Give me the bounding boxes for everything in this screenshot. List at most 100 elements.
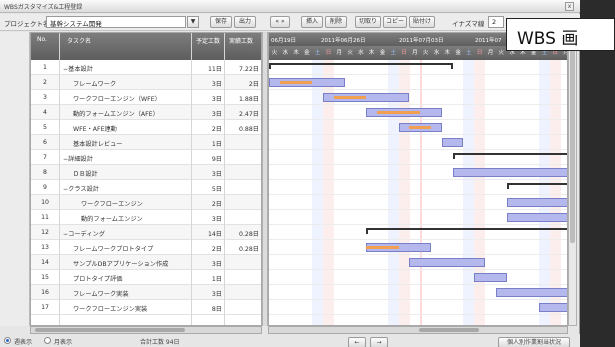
copy-button[interactable]: コピー [383, 16, 407, 28]
actual-effort[interactable]: 2.47日 [225, 109, 259, 118]
plan-effort[interactable]: 3日 [194, 169, 222, 178]
assignment-report-button[interactable]: 個人別作業割当状況 [498, 337, 570, 347]
scroll-thumb[interactable] [570, 49, 575, 243]
task-name[interactable]: WFE・AFE連動 [73, 124, 117, 133]
plan-effort[interactable]: 14日 [194, 229, 222, 238]
plan-effort[interactable]: 9日 [194, 154, 222, 163]
table-row[interactable]: 15 プロトタイプ評価 1日 [31, 270, 261, 285]
date-nav-button[interactable]: « » [270, 16, 290, 28]
month-view-radio[interactable] [44, 337, 51, 344]
table-row[interactable]: 10 ワークフローエンジン 2日 [31, 195, 261, 210]
prev-button[interactable]: ← [348, 337, 366, 347]
actual-effort[interactable]: 2日 [225, 79, 259, 88]
task-name[interactable]: プロトタイプ評価 [73, 274, 123, 283]
task-name[interactable]: 基本設計レビュー [73, 139, 123, 148]
actual-bar[interactable] [279, 81, 313, 84]
task-name[interactable]: ワークフローエンジン実装 [73, 304, 147, 313]
plan-effort[interactable]: 3日 [194, 109, 222, 118]
delete-button[interactable]: 削除 [325, 16, 347, 28]
summary-bar[interactable] [452, 153, 567, 155]
task-name[interactable]: 動的フォームエンジン（AFE） [73, 109, 159, 118]
paste-button[interactable]: 貼付け [409, 16, 435, 28]
task-name[interactable]: ワークフローエンジン [81, 199, 143, 208]
table-row[interactable]: 8 ＤＢ設計 3日 [31, 165, 261, 180]
task-name[interactable]: −クラス設計 [63, 184, 99, 193]
table-row[interactable]: 16 フレームワーク実装 3日 [31, 285, 261, 300]
plan-effort[interactable]: 1日 [194, 139, 222, 148]
table-row[interactable]: 1 −基本設計 11日 7.22日 [31, 60, 261, 75]
plan-effort[interactable]: 2日 [194, 199, 222, 208]
task-grid: No. タスク名 予定工数 実績工数 1 −基本設計 11日 7.22日 2 フレームワー… [30, 32, 262, 326]
chevron-down-icon[interactable]: ▼ [187, 16, 199, 28]
scroll-thumb[interactable] [419, 328, 479, 332]
output-button[interactable]: 出力 [234, 16, 256, 28]
plan-bar[interactable] [506, 198, 567, 207]
plan-effort[interactable]: 5日 [194, 184, 222, 193]
actual-effort[interactable]: 1.88日 [225, 94, 259, 103]
table-row[interactable]: 17 ワークフローエンジン実装 8日 [31, 300, 261, 315]
table-row[interactable]: 7 −詳細設計 9日 [31, 150, 261, 165]
summary-bar[interactable] [366, 228, 567, 230]
gantt-hscrollbar[interactable] [268, 326, 568, 334]
table-row[interactable]: 5 WFE・AFE連動 2日 0.88日 [31, 120, 261, 135]
actual-effort[interactable]: 0.28日 [225, 244, 259, 253]
actual-bar[interactable] [377, 111, 421, 114]
plan-effort[interactable]: 3日 [194, 289, 222, 298]
plan-effort[interactable]: 3日 [194, 259, 222, 268]
task-name[interactable]: −コーディング [63, 229, 105, 238]
plan-effort[interactable]: 11日 [194, 64, 222, 73]
task-name[interactable]: フレームワーク [73, 79, 116, 88]
actual-effort[interactable]: 0.88日 [225, 124, 259, 133]
task-name[interactable]: 動的フォームエンジン [81, 214, 143, 223]
plan-effort[interactable]: 2日 [194, 244, 222, 253]
actual-effort[interactable]: 0.28日 [225, 229, 259, 238]
table-row[interactable]: 12 −コーディング 14日 0.28日 [31, 225, 261, 240]
plan-bar[interactable] [441, 138, 464, 147]
plan-bar[interactable] [539, 303, 567, 312]
plan-effort[interactable]: 3日 [194, 214, 222, 223]
task-name[interactable]: フレームワーク実装 [73, 289, 129, 298]
table-row[interactable]: 6 基本設計レビュー 1日 [31, 135, 261, 150]
task-name[interactable]: サンプルDBアプリケーション作成 [73, 259, 168, 268]
save-button[interactable]: 保存 [210, 16, 232, 28]
plan-effort[interactable]: 3日 [194, 94, 222, 103]
actual-bar[interactable] [409, 126, 431, 129]
plan-effort[interactable]: 3日 [194, 79, 222, 88]
task-name[interactable]: −基本設計 [63, 64, 93, 73]
plan-effort[interactable]: 2日 [194, 124, 222, 133]
table-row[interactable]: 13 フレームワークプロトタイプ 2日 0.28日 [31, 240, 261, 255]
cut-button[interactable]: 切取り [355, 16, 381, 28]
plan-bar[interactable] [452, 168, 567, 177]
table-row[interactable]: 2 フレームワーク 3日 2日 [31, 75, 261, 90]
actual-bar[interactable] [366, 246, 399, 249]
next-button[interactable]: → [370, 337, 388, 347]
plan-bar[interactable] [474, 273, 507, 282]
summary-bar[interactable] [506, 183, 567, 185]
close-icon[interactable]: x [565, 2, 574, 11]
actual-effort[interactable]: 7.22日 [225, 64, 259, 73]
task-grid-hscrollbar[interactable] [30, 326, 262, 334]
task-name[interactable]: −詳細設計 [63, 154, 93, 163]
table-row[interactable]: 9 −クラス設計 5日 [31, 180, 261, 195]
plan-bar[interactable] [506, 213, 567, 222]
task-name[interactable]: ワークフローエンジン（WFE） [73, 94, 161, 103]
inazuma-select[interactable]: 2 [488, 16, 504, 28]
toolbar: プロジェクト名: 基幹システム開発 ▼ 保存 出力 « » 挿入 削除 切取り … [0, 14, 580, 31]
table-row[interactable]: 3 ワークフローエンジン（WFE） 3日 1.88日 [31, 90, 261, 105]
task-name[interactable]: ＤＢ設計 [73, 169, 98, 178]
actual-bar[interactable] [333, 96, 367, 99]
scroll-thumb[interactable] [35, 328, 185, 332]
week-view-radio[interactable] [4, 337, 11, 344]
vertical-scrollbar[interactable] [568, 32, 577, 326]
plan-effort[interactable]: 8日 [194, 304, 222, 313]
plan-effort[interactable]: 1日 [194, 274, 222, 283]
summary-bar[interactable] [269, 63, 453, 65]
table-row[interactable]: 14 サンプルDBアプリケーション作成 3日 [31, 255, 261, 270]
task-name[interactable]: フレームワークプロトタイプ [73, 244, 153, 253]
table-row[interactable]: 4 動的フォームエンジン（AFE） 3日 2.47日 [31, 105, 261, 120]
project-select[interactable]: 基幹システム開発 [46, 16, 186, 28]
table-row[interactable]: 11 動的フォームエンジン 3日 [31, 210, 261, 225]
insert-button[interactable]: 挿入 [301, 16, 323, 28]
plan-bar[interactable] [409, 258, 485, 267]
plan-bar[interactable] [495, 288, 567, 297]
